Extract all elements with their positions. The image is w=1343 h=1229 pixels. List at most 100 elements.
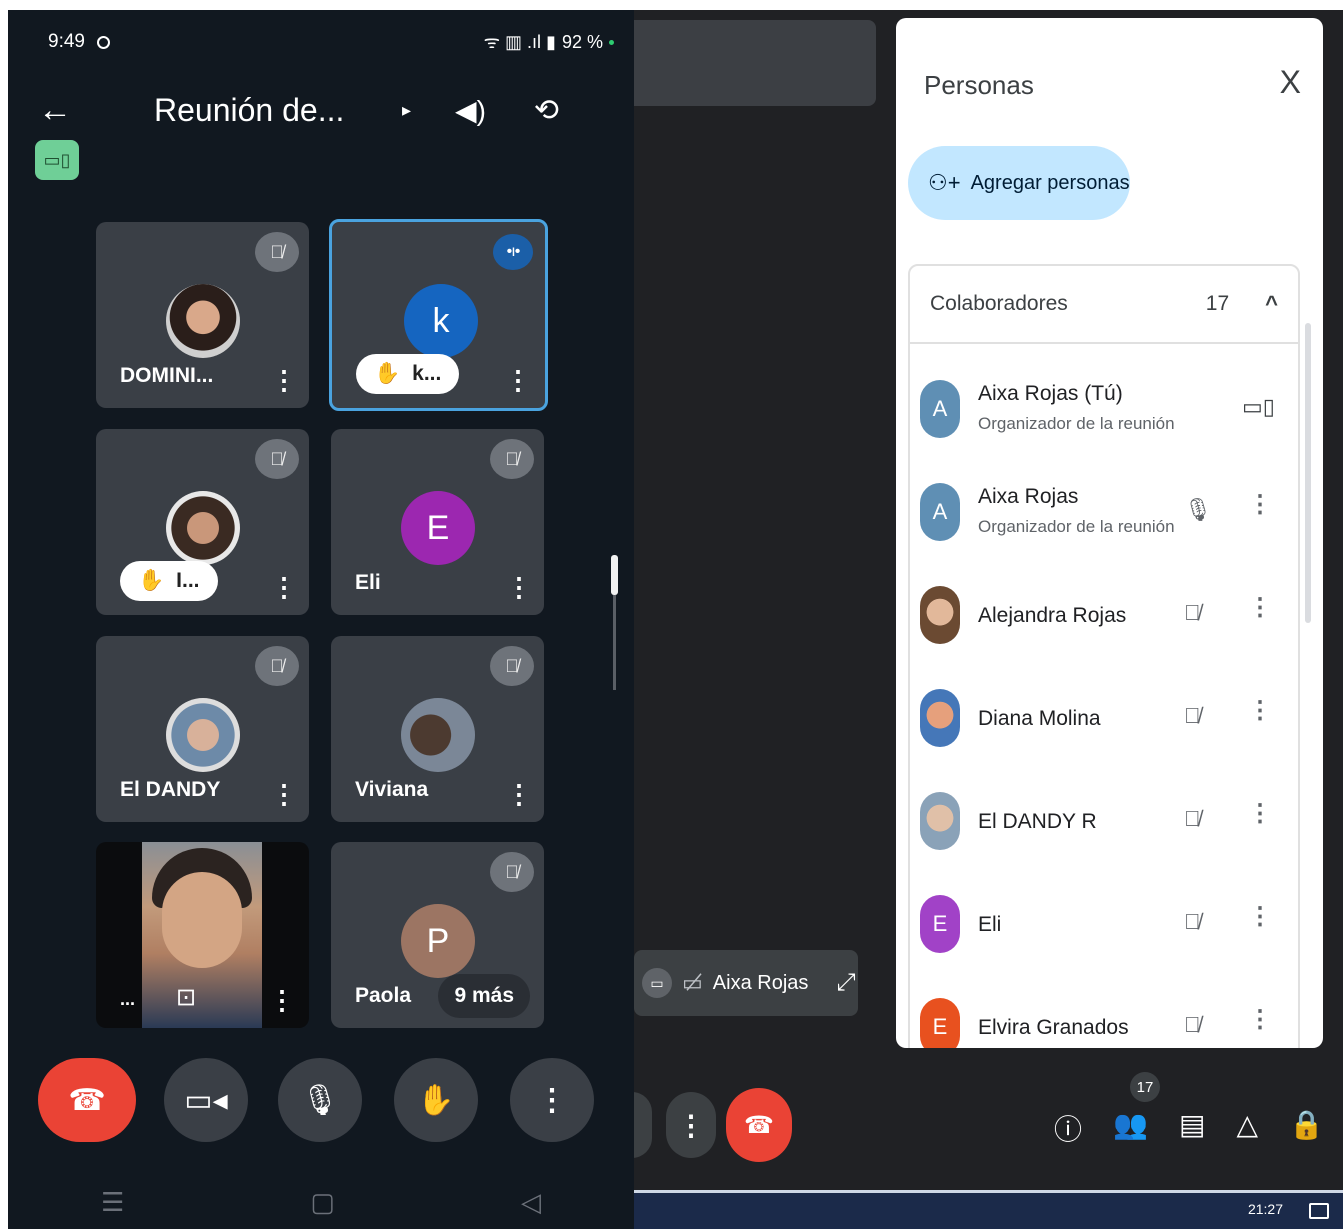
scrollbar-thumb[interactable]: [611, 555, 618, 595]
mic-off-icon[interactable]: 🎙̸: [1184, 806, 1201, 832]
mic-off-icon[interactable]: 🎙̸: [1184, 1012, 1201, 1038]
raised-hand-icon: ✋: [374, 362, 401, 385]
participant-name: Paola: [355, 984, 412, 1007]
participant-tile[interactable]: 🎙̸ ✋ I... ⋮: [96, 429, 309, 615]
participant-tile[interactable]: 🎙̸ Viviana ⋮: [331, 636, 544, 822]
list-item[interactable]: E Elvira Granados 🎙̸ ⋮: [920, 986, 1272, 1048]
status-dot-icon: [609, 39, 614, 45]
person-name: Aixa Rojas: [978, 485, 1079, 508]
raised-hand-icon: ✋: [138, 569, 165, 592]
speaker-icon[interactable]: ◀): [455, 94, 486, 127]
raise-hand-button[interactable]: ✋: [394, 1058, 478, 1142]
host-controls-lock-icon[interactable]: 🔒: [1289, 1108, 1324, 1148]
list-item[interactable]: Alejandra Rojas 🎙̸ ⋮: [920, 574, 1272, 644]
more-options-icon[interactable]: ⋮: [1248, 905, 1272, 929]
more-options-icon[interactable]: ⋮: [1248, 493, 1272, 517]
recent-apps-icon[interactable]: ☰: [101, 1187, 124, 1218]
self-view-pill[interactable]: ▭ ▭̸ Aixa Rojas ⤢: [634, 950, 858, 1016]
more-options-icon[interactable]: ⋮: [1248, 699, 1272, 723]
participant-name: I...: [176, 569, 200, 592]
end-call-button[interactable]: ☎: [726, 1088, 792, 1162]
mic-off-icon[interactable]: 🎙̸: [1184, 600, 1201, 626]
more-options-icon[interactable]: ⋮: [1248, 1008, 1272, 1032]
expand-icon[interactable]: ⤢: [836, 969, 855, 997]
more-options-icon[interactable]: ⋮: [269, 987, 295, 1013]
mic-off-icon: 🎙̸: [490, 852, 534, 892]
close-icon[interactable]: X: [1280, 64, 1301, 101]
end-call-button[interactable]: ☎: [38, 1058, 136, 1142]
more-options-icon[interactable]: ⋮: [505, 367, 531, 393]
back-icon[interactable]: ◁: [521, 1187, 541, 1218]
list-item[interactable]: A Aixa Rojas Organizador de la reunión 🎙…: [920, 471, 1272, 541]
mic-off-icon[interactable]: 🎙̸: [1184, 703, 1201, 729]
person-name: Elvira Granados: [978, 1016, 1129, 1039]
person-name: El DANDY R: [978, 810, 1097, 833]
more-options-button[interactable]: ⋮: [510, 1058, 594, 1142]
chat-icon[interactable]: ▤: [1179, 1108, 1205, 1148]
chevron-up-icon[interactable]: ^: [1265, 291, 1278, 317]
participant-tile[interactable]: 🎙̸ El DANDY ⋮: [96, 636, 309, 822]
more-options-icon[interactable]: ⋮: [1248, 596, 1272, 620]
mic-off-icon: 🎙̸: [255, 232, 299, 272]
self-name: Aixa Rojas: [712, 971, 809, 994]
self-video-tile[interactable]: ... ⊡ ⋮: [96, 842, 309, 1028]
camera-off-icon: ▭̸: [682, 970, 703, 995]
notification-icon: [96, 35, 110, 49]
more-options-icon[interactable]: ⋮: [271, 781, 297, 807]
more-options-icon[interactable]: ⋮: [1248, 802, 1272, 826]
more-options-icon[interactable]: ⋮: [506, 574, 532, 600]
title-expand-icon[interactable]: ▸: [402, 100, 411, 121]
windows-taskbar: 21:27: [634, 1190, 1343, 1229]
android-nav-bar: ☰ ▢ ◁: [8, 1182, 634, 1222]
microphone-button[interactable]: 🎙: [278, 1058, 362, 1142]
switch-camera-icon[interactable]: ⟲: [534, 93, 559, 128]
cast-device-icon[interactable]: ▭▯: [35, 140, 79, 180]
participant-name: ...: [120, 989, 136, 1009]
avatar: [401, 698, 475, 772]
signal-icons: ᯤ ▥ .ıl ▮: [483, 32, 556, 52]
notification-icon[interactable]: [1309, 1203, 1329, 1219]
more-options-button[interactable]: ⋮: [666, 1092, 716, 1158]
participant-tile[interactable]: 🎙̸ P Paola 9 más: [331, 842, 544, 1028]
camera-button[interactable]: ▭◂: [164, 1058, 248, 1142]
status-time: 9:49: [48, 31, 85, 52]
partial-control-button[interactable]: [634, 1092, 652, 1158]
battery-level: 92 %: [561, 31, 603, 52]
list-item[interactable]: A Aixa Rojas (Tú) Organizador de la reun…: [920, 368, 1275, 438]
mic-off-icon[interactable]: 🎙̸: [1184, 909, 1201, 935]
participant-tile[interactable]: 🎙̸ DOMINI... ⋮: [96, 222, 309, 408]
panel-scrollbar[interactable]: [1305, 323, 1311, 623]
participant-count: 17: [1205, 292, 1230, 315]
participant-tile[interactable]: 🎙̸ E Eli ⋮: [331, 429, 544, 615]
add-people-button[interactable]: ⚇+ Agregar personas: [908, 146, 1130, 220]
person-role: Organizador de la reunión: [978, 517, 1175, 536]
capture-icon[interactable]: ⊡: [176, 983, 196, 1012]
scrollbar-track: [613, 595, 616, 690]
more-participants-badge[interactable]: 9 más: [438, 974, 530, 1018]
raised-hand-badge: ✋ I...: [120, 561, 218, 601]
info-icon[interactable]: ⓘ: [1054, 1108, 1082, 1148]
participant-name: El DANDY: [120, 778, 221, 801]
cast-icon[interactable]: ▭: [642, 968, 672, 998]
section-label: Colaboradores: [930, 292, 1068, 315]
more-options-icon[interactable]: ⋮: [506, 781, 532, 807]
more-options-icon[interactable]: ⋮: [271, 574, 297, 600]
avatar: E: [920, 998, 960, 1048]
participant-tile-active[interactable]: •ı• k ✋ k... ⋮: [329, 219, 548, 411]
activities-icon[interactable]: △: [1237, 1108, 1259, 1148]
collaborators-header[interactable]: Colaboradores 17 ^: [910, 266, 1298, 344]
meeting-title[interactable]: Reunión de...: [154, 92, 384, 129]
more-options-icon[interactable]: ⋮: [271, 367, 297, 393]
mic-on-icon[interactable]: 🎙: [1184, 497, 1212, 523]
participant-name: Viviana: [355, 778, 429, 801]
home-icon[interactable]: ▢: [310, 1187, 335, 1218]
back-arrow-icon[interactable]: ←: [38, 91, 98, 130]
list-item[interactable]: Diana Molina 🎙̸ ⋮: [920, 677, 1272, 747]
phone-screen: 9:49 ᯤ ▥ .ıl ▮ 92 % ← Reunión de... ▸ ◀)…: [8, 10, 634, 1229]
people-icon[interactable]: 👥: [1113, 1108, 1148, 1148]
list-item[interactable]: El DANDY R 🎙̸ ⋮: [920, 780, 1272, 850]
list-item[interactable]: E Eli 🎙̸ ⋮: [920, 883, 1272, 953]
person-role: Organizador de la reunión: [978, 414, 1175, 433]
avatar: E: [401, 491, 475, 565]
participant-name: Eli: [355, 571, 381, 594]
